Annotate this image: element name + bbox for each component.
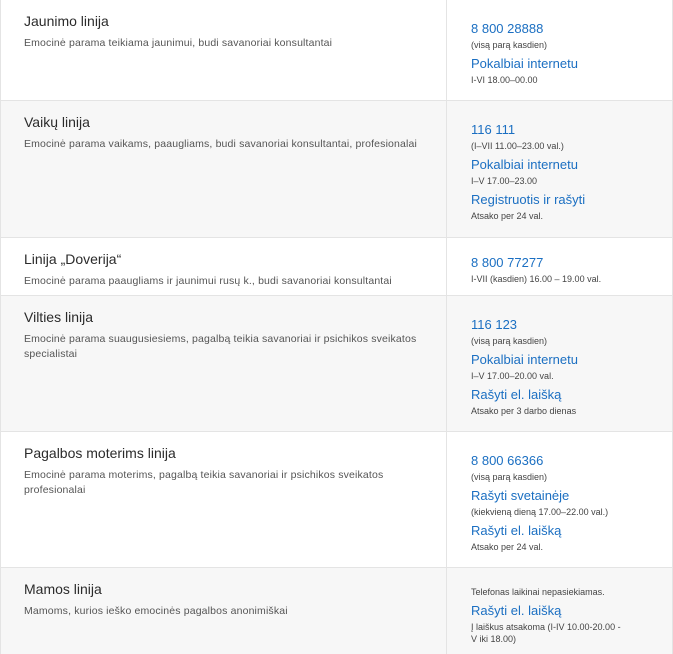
status-note: Telefonas laikinai nepasiekiamas. [471, 587, 605, 597]
response-note: Atsako per 24 val. [471, 211, 544, 221]
chat-link[interactable]: Pokalbiai internetu [471, 55, 662, 73]
helpline-table: Jaunimo linija Emocinė parama teikiama j… [0, 0, 673, 654]
line-description: Emocinė parama vaikams, paaugliams, budi… [24, 138, 417, 150]
line-title: Vilties linija [24, 309, 93, 325]
hours-note: I–V 17.00–23.00 [471, 176, 538, 186]
line-info: Linija „Doverija“ Emocinė parama paaugli… [1, 238, 447, 295]
hours-note: I–V 17.00–20.00 val. [471, 371, 554, 381]
phone-link[interactable]: 116 111 [471, 121, 662, 139]
line-info: Pagalbos moterims linija Emocinė parama … [1, 432, 447, 567]
line-title: Mamos linija [24, 581, 102, 597]
line-contacts: 8 800 66366 (visą parą kasdien) Rašyti s… [447, 432, 672, 567]
line-description: Mamoms, kurios ieško emocinės pagalbos a… [24, 605, 288, 617]
table-row: Jaunimo linija Emocinė parama teikiama j… [1, 0, 672, 101]
hours-note: (visą parą kasdien) [471, 336, 548, 346]
line-title: Jaunimo linija [24, 13, 109, 29]
line-contacts: Telefonas laikinai nepasiekiamas. Rašyti… [447, 568, 672, 654]
website-write-link[interactable]: Rašyti svetainėje [471, 487, 662, 505]
line-description: Emocinė parama suaugusiesiems, pagalbą t… [24, 333, 417, 360]
response-note: Atsako per 24 val. [471, 542, 544, 552]
hours-note: I-VII (kasdien) 16.00 – 19.00 val. [471, 274, 602, 284]
line-contacts: 8 800 77277 I-VII (kasdien) 16.00 – 19.0… [447, 238, 672, 295]
phone-link[interactable]: 116 123 [471, 316, 662, 334]
line-info: Mamos linija Mamoms, kurios ieško emocin… [1, 568, 447, 654]
line-info: Vilties linija Emocinė parama suaugusies… [1, 296, 447, 431]
line-description: Emocinė parama paaugliams ir jaunimui ru… [24, 275, 392, 287]
hours-note: I-VI 18.00–00.00 [471, 75, 538, 85]
hours-note: (visą parą kasdien) [471, 472, 548, 482]
line-contacts: 116 123 (visą parą kasdien) Pokalbiai in… [447, 296, 672, 431]
email-link[interactable]: Rašyti el. laišką [471, 386, 662, 404]
chat-link[interactable]: Pokalbiai internetu [471, 351, 662, 369]
register-link[interactable]: Registruotis ir rašyti [471, 191, 662, 209]
hours-note: (visą parą kasdien) [471, 40, 548, 50]
line-description: Emocinė parama moterims, pagalbą teikia … [24, 469, 384, 496]
table-row: Vaikų linija Emocinė parama vaikams, paa… [1, 101, 672, 238]
hours-note: (kiekvieną dieną 17.00–22.00 val.) [471, 507, 609, 517]
table-row: Mamos linija Mamoms, kurios ieško emocin… [1, 568, 672, 654]
line-title: Vaikų linija [24, 114, 90, 130]
line-contacts: 8 800 28888 (visą parą kasdien) Pokalbia… [447, 0, 672, 100]
line-info: Vaikų linija Emocinė parama vaikams, paa… [1, 101, 447, 237]
table-row: Linija „Doverija“ Emocinė parama paaugli… [1, 238, 672, 296]
phone-link[interactable]: 8 800 28888 [471, 20, 662, 38]
hours-note: (I–VII 11.00–23.00 val.) [471, 141, 564, 151]
line-title: Pagalbos moterims linija [24, 445, 176, 461]
line-info: Jaunimo linija Emocinė parama teikiama j… [1, 0, 447, 100]
line-contacts: 116 111 (I–VII 11.00–23.00 val.) Pokalbi… [447, 101, 672, 237]
email-link[interactable]: Rašyti el. laišką [471, 522, 662, 540]
chat-link[interactable]: Pokalbiai internetu [471, 156, 662, 174]
line-title: Linija „Doverija“ [24, 251, 122, 267]
response-note: Į laiškus atsakoma (I-IV 10.00-20.00 - V… [471, 622, 621, 644]
line-description: Emocinė parama teikiama jaunimui, budi s… [24, 37, 333, 49]
phone-link[interactable]: 8 800 66366 [471, 452, 662, 470]
phone-link[interactable]: 8 800 77277 [471, 254, 662, 272]
table-row: Pagalbos moterims linija Emocinė parama … [1, 432, 672, 568]
email-link[interactable]: Rašyti el. laišką [471, 602, 662, 620]
response-note: Atsako per 3 darbo dienas [471, 406, 577, 416]
table-row: Vilties linija Emocinė parama suaugusies… [1, 296, 672, 432]
